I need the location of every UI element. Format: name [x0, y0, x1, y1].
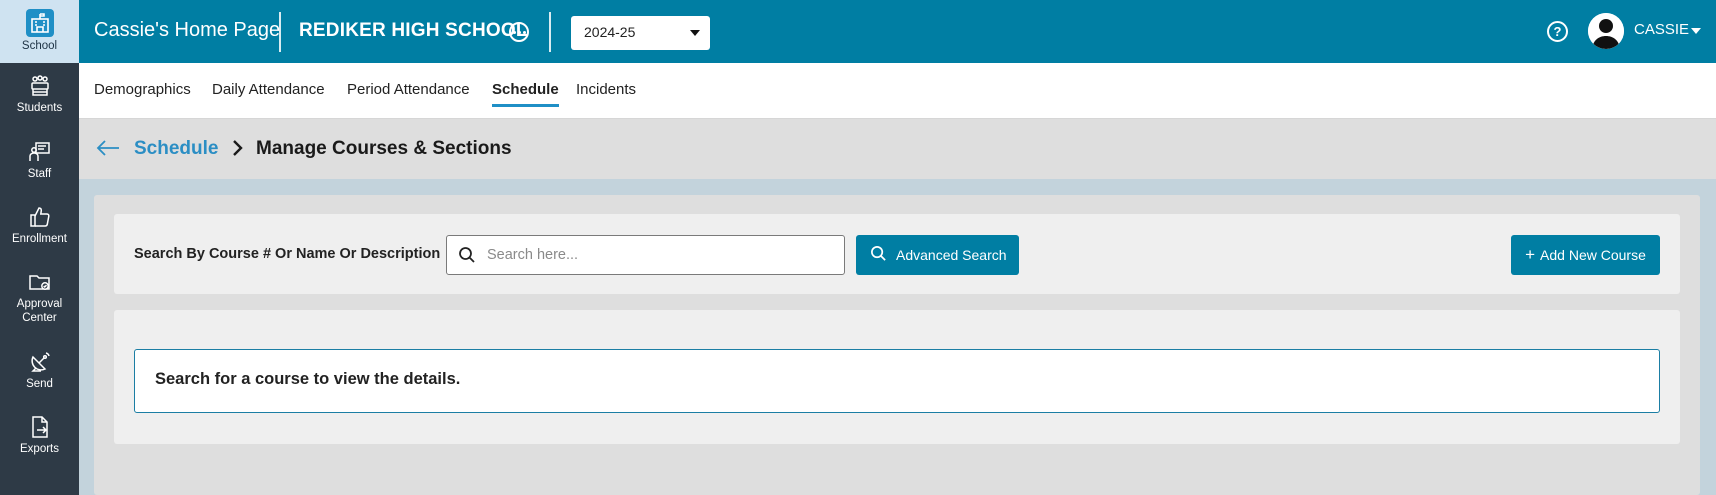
tab-schedule[interactable]: Schedule — [492, 81, 559, 107]
search-icon — [458, 246, 476, 269]
rail-label-staff: Staff — [27, 168, 52, 180]
school-name[interactable]: REDIKER HIGH SCHOOL — [299, 20, 528, 42]
tab-incidents[interactable]: Incidents — [576, 81, 636, 104]
help-icon[interactable]: ? — [1547, 21, 1568, 42]
course-results-card: Search for a course to view the details. — [114, 310, 1680, 444]
advanced-search-button[interactable]: Advanced Search — [856, 235, 1019, 275]
school-year-value: 2024-25 — [584, 24, 636, 40]
back-arrow-icon[interactable] — [95, 137, 121, 164]
rail-item-staff[interactable]: Staff — [0, 139, 79, 182]
tab-daily-attendance[interactable]: Daily Attendance — [212, 81, 325, 104]
home-page-link[interactable]: Cassie's Home Page — [94, 19, 280, 42]
students-icon — [27, 73, 53, 99]
rail-label-exports: Exports — [20, 443, 59, 455]
user-name[interactable]: CASSIE — [1634, 21, 1689, 38]
rail-item-school[interactable]: School — [0, 0, 79, 63]
rail-item-enrollment[interactable]: Enrollment — [0, 204, 79, 247]
search-input[interactable] — [487, 244, 827, 266]
caret-down-icon — [690, 30, 700, 36]
rail-label-students: Students — [16, 102, 63, 114]
search-label: Search By Course # Or Name Or Descriptio… — [134, 246, 441, 262]
user-menu-caret-icon[interactable] — [1691, 28, 1701, 34]
rail-item-approval-center[interactable]: Approval Center — [0, 269, 79, 326]
rail-item-students[interactable]: Students — [0, 73, 79, 116]
add-new-course-button[interactable]: + Add New Course — [1511, 235, 1660, 275]
school-year-select[interactable]: 2024-25 — [571, 16, 710, 50]
satellite-dish-icon — [27, 349, 53, 375]
breadcrumb-schedule-link[interactable]: Schedule — [134, 138, 218, 160]
module-tabs: Demographics Daily Attendance Period Att… — [79, 63, 1716, 119]
user-silhouette-icon — [1588, 13, 1624, 49]
plus-icon: + — [1525, 245, 1536, 264]
avatar[interactable] — [1588, 13, 1624, 49]
file-export-icon — [27, 414, 53, 440]
school-icon — [25, 9, 54, 38]
empty-state-message: Search for a course to view the details. — [134, 349, 1660, 413]
rail-label-approval-center: Approval Center — [16, 298, 63, 324]
search-box[interactable] — [446, 235, 845, 275]
add-new-course-label: Add New Course — [1540, 247, 1646, 263]
chevron-right-icon — [229, 137, 245, 164]
search-icon — [870, 245, 887, 265]
thumbs-up-icon — [27, 204, 53, 230]
left-nav-rail: School Students Staff Enrollment Approva… — [0, 0, 79, 495]
page-title: Manage Courses & Sections — [256, 138, 512, 159]
folder-approval-icon — [27, 269, 53, 295]
tab-period-attendance[interactable]: Period Attendance — [347, 81, 470, 104]
advanced-search-label: Advanced Search — [896, 247, 1007, 263]
header-divider — [279, 12, 281, 52]
staff-icon — [27, 139, 53, 165]
rail-label-send: Send — [26, 378, 53, 390]
breadcrumb: Schedule Manage Courses & Sections — [79, 120, 1716, 179]
course-search-card: Search By Course # Or Name Or Descriptio… — [114, 214, 1680, 294]
rail-label-school: School — [21, 40, 58, 53]
rail-label-enrollment: Enrollment — [12, 233, 67, 245]
school-more-options-icon[interactable] — [509, 22, 529, 42]
top-header: Cassie's Home Page REDIKER HIGH SCHOOL 2… — [79, 0, 1716, 63]
header-divider — [549, 12, 551, 52]
tab-demographics[interactable]: Demographics — [94, 81, 191, 104]
rail-item-exports[interactable]: Exports — [0, 414, 79, 457]
rail-item-send[interactable]: Send — [0, 349, 79, 392]
